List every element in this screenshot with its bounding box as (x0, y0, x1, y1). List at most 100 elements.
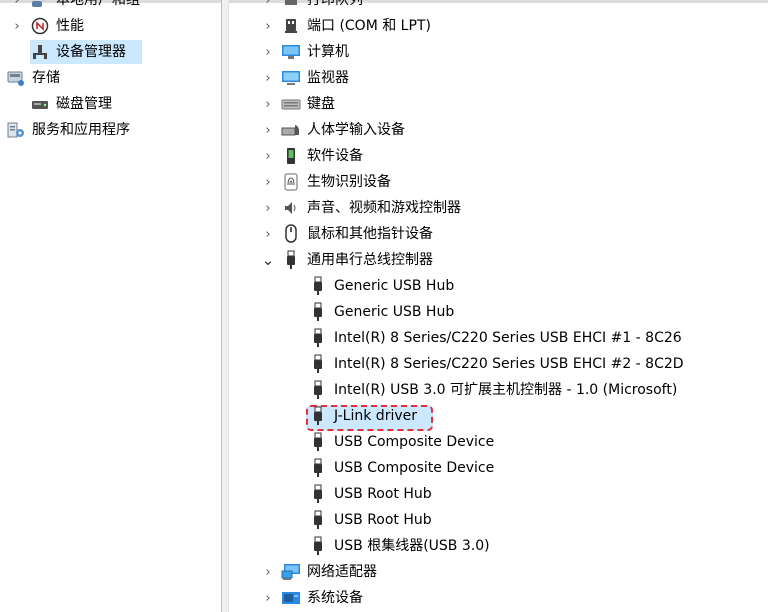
expand-chevron-icon[interactable]: › (261, 565, 275, 580)
tree-item-device-manager[interactable]: 设备管理器 (30, 40, 142, 64)
tree-item-storage[interactable]: 存储 (6, 66, 60, 90)
device-category[interactable]: › 键盘 (261, 92, 335, 116)
keyboard-icon (281, 94, 301, 114)
expand-chevron-icon[interactable]: › (10, 0, 24, 8)
device-category[interactable]: › 网络适配器 (261, 560, 377, 584)
computer-icon (281, 42, 301, 62)
tree-item-label: 磁盘管理 (56, 96, 112, 112)
port-icon (281, 16, 301, 36)
category-label: 人体学输入设备 (307, 122, 405, 138)
usb-device-item[interactable]: USB Root Hub (308, 508, 432, 532)
users-icon (30, 0, 50, 10)
expand-chevron-icon[interactable]: › (261, 149, 275, 164)
device-label: Generic USB Hub (334, 278, 455, 294)
tree-item-services[interactable]: 服务和应用程序 (6, 118, 130, 142)
expand-chevron-icon[interactable]: › (261, 227, 275, 242)
category-label: 系统设备 (307, 590, 363, 606)
expand-chevron-icon[interactable]: › (261, 123, 275, 138)
device-label: USB Composite Device (334, 434, 495, 450)
tree-item-disk-management[interactable]: 磁盘管理 (30, 92, 112, 116)
expand-chevron-icon[interactable]: › (261, 97, 275, 112)
expand-chevron-icon[interactable]: › (261, 71, 275, 86)
system-device-icon (281, 588, 301, 608)
services-icon (6, 120, 26, 140)
device-category[interactable]: › 人体学输入设备 (261, 118, 405, 142)
device-label: Generic USB Hub (334, 304, 455, 320)
usb-icon (308, 510, 328, 530)
device-label: J-Link driver (334, 408, 417, 424)
usb-icon (281, 250, 301, 270)
device-manager-icon (30, 42, 50, 62)
speaker-icon (281, 198, 301, 218)
usb-icon (308, 302, 328, 322)
category-label: 通用串行总线控制器 (307, 252, 433, 268)
category-label: 监视器 (307, 70, 349, 86)
usb-device-item[interactable]: USB Composite Device (308, 430, 494, 454)
usb-device-item[interactable]: Intel(R) 8 Series/C220 Series USB EHCI #… (308, 352, 684, 376)
device-label: Intel(R) USB 3.0 可扩展主机控制器 - 1.0 (Microso… (334, 382, 678, 398)
category-label: 打印队列 (307, 0, 363, 8)
usb-icon (308, 328, 328, 348)
software-device-icon (281, 146, 301, 166)
usb-icon (308, 484, 328, 504)
expand-chevron-icon[interactable]: › (261, 19, 275, 34)
category-print-queues[interactable]: › 打印队列 (261, 0, 363, 12)
usb-device-item[interactable]: USB Root Hub (308, 482, 432, 506)
tree-item-label: 服务和应用程序 (32, 122, 130, 138)
expand-chevron-icon[interactable]: › (261, 0, 275, 8)
device-tree: › 打印队列 › 端口 (COM 和 LPT) › 计算机 › 监视器 › 键盘 › 人体学输入设… (229, 0, 768, 612)
category-label: 声音、视频和游戏控制器 (307, 200, 461, 216)
device-category[interactable]: › 监视器 (261, 66, 349, 90)
usb-icon (308, 432, 328, 452)
expand-chevron-icon[interactable]: › (261, 591, 275, 606)
disk-icon (30, 94, 50, 114)
usb-icon (308, 380, 328, 400)
expand-chevron-icon[interactable]: › (261, 175, 275, 190)
usb-device-item[interactable]: Intel(R) USB 3.0 可扩展主机控制器 - 1.0 (Microso… (308, 378, 677, 402)
device-label: USB Root Hub (334, 486, 432, 502)
expand-chevron-icon[interactable]: › (10, 19, 24, 34)
category-label: 计算机 (307, 44, 349, 60)
tree-item-label: 性能 (56, 18, 84, 34)
storage-icon (6, 68, 26, 88)
printer-icon (281, 0, 301, 10)
usb-icon (308, 406, 328, 426)
fingerprint-icon (281, 172, 301, 192)
device-label: USB Root Hub (334, 512, 432, 528)
tree-item-label: 设备管理器 (56, 44, 126, 60)
device-category-usb[interactable]: ⌄ 通用串行总线控制器 (261, 248, 433, 272)
device-category[interactable]: › 声音、视频和游戏控制器 (261, 196, 461, 220)
device-category[interactable]: › 端口 (COM 和 LPT) (261, 14, 431, 38)
usb-device-item[interactable]: USB Composite Device (308, 456, 494, 480)
device-category[interactable]: › 生物识别设备 (261, 170, 391, 194)
device-category[interactable]: › 计算机 (261, 40, 349, 64)
device-label: USB Composite Device (334, 460, 495, 476)
expand-chevron-icon[interactable]: › (261, 201, 275, 216)
category-label: 键盘 (307, 96, 335, 112)
device-label: Intel(R) 8 Series/C220 Series USB EHCI #… (334, 356, 684, 372)
expand-chevron-icon[interactable]: › (261, 45, 275, 60)
usb-icon (308, 276, 328, 296)
tree-item-label: 本地用户和组 (56, 0, 140, 8)
hid-icon (281, 120, 301, 140)
usb-device-item[interactable]: Generic USB Hub (308, 274, 454, 298)
tree-item-performance[interactable]: › 性能 (10, 14, 84, 38)
usb-device-item[interactable]: J-Link driver (308, 404, 417, 428)
usb-device-item[interactable]: Generic USB Hub (308, 300, 454, 324)
category-label: 端口 (COM 和 LPT) (307, 18, 431, 34)
tree-item-local-users[interactable]: › 本地用户和组 (10, 0, 140, 12)
pane-splitter[interactable] (221, 0, 229, 612)
device-label: Intel(R) 8 Series/C220 Series USB EHCI #… (334, 330, 682, 346)
usb-icon (308, 354, 328, 374)
category-label: 网络适配器 (307, 564, 377, 580)
usb-device-item[interactable]: USB 根集线器(USB 3.0) (308, 534, 490, 558)
usb-icon (308, 536, 328, 556)
category-label: 软件设备 (307, 148, 363, 164)
category-label: 生物识别设备 (307, 174, 391, 190)
device-category[interactable]: › 系统设备 (261, 586, 363, 610)
device-category[interactable]: › 鼠标和其他指针设备 (261, 222, 433, 246)
mouse-icon (281, 224, 301, 244)
device-category[interactable]: › 软件设备 (261, 144, 363, 168)
collapse-chevron-icon[interactable]: ⌄ (261, 253, 275, 268)
usb-device-item[interactable]: Intel(R) 8 Series/C220 Series USB EHCI #… (308, 326, 682, 350)
